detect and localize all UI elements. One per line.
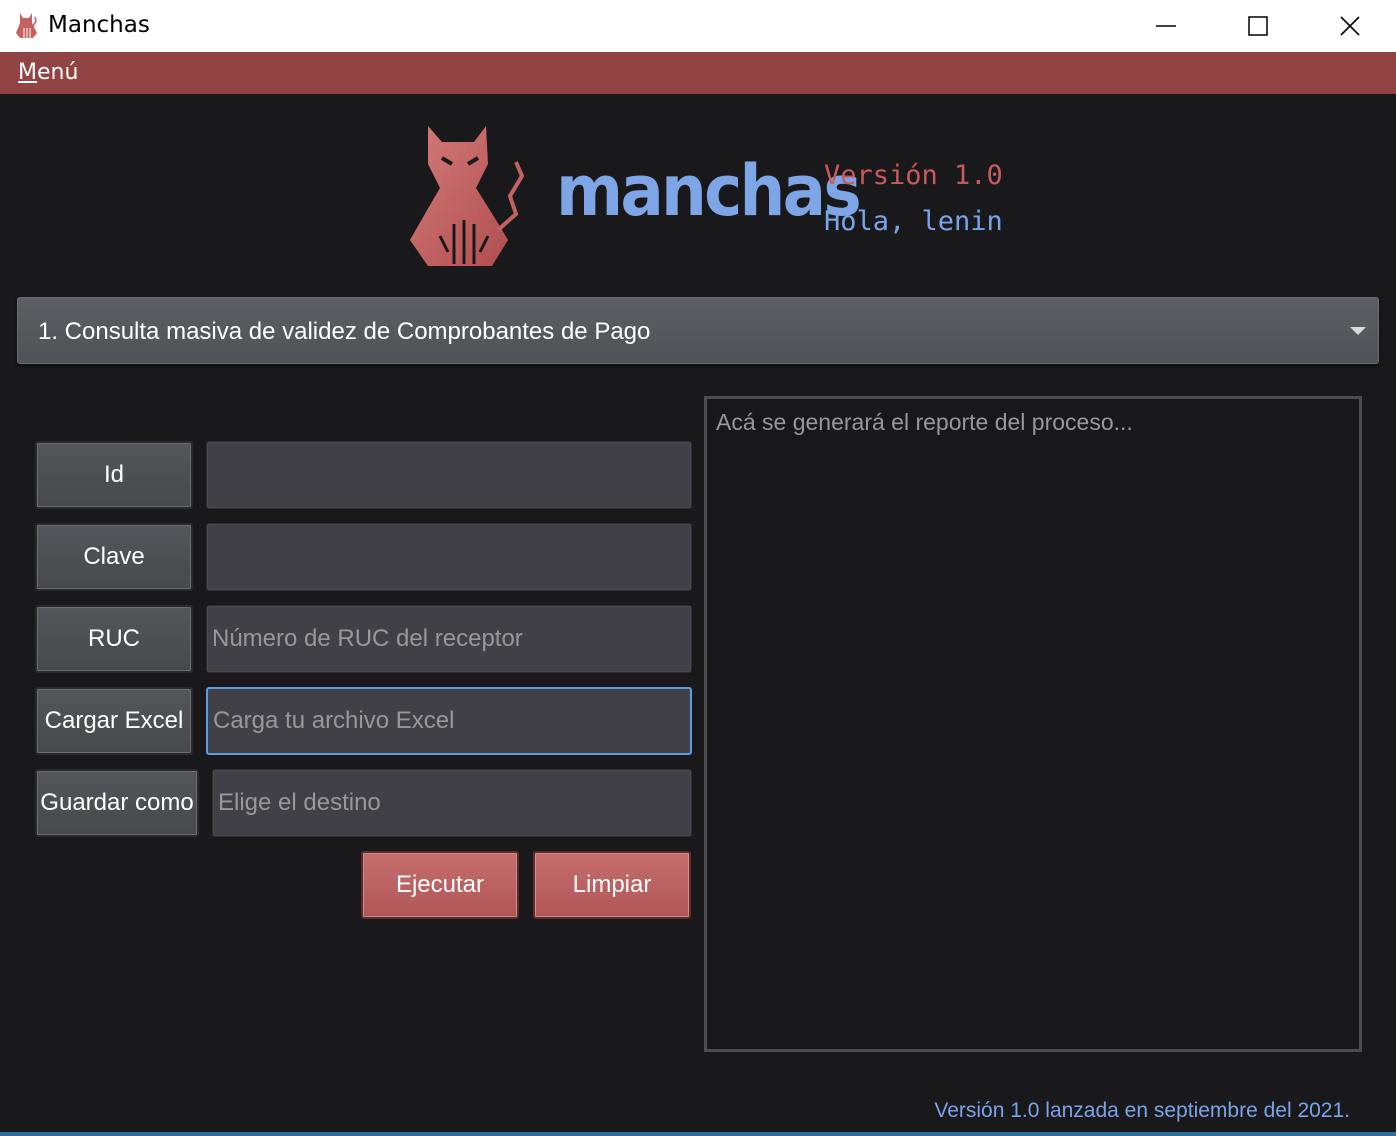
version-label: Versión 1.0 [824,160,1003,191]
id-field-wrapper [206,441,692,509]
title-bar: Manchas [0,0,1396,52]
cat-logo-icon [410,126,525,266]
id-button[interactable]: Id [35,441,193,509]
save-field-wrapper [212,769,692,837]
logo-wordmark: manchas [556,150,862,232]
close-button[interactable] [1304,0,1396,52]
greeting-label: Hola, lenin [824,206,1003,237]
minimize-icon [1156,25,1176,27]
ruc-field-wrapper [206,605,692,673]
clave-button[interactable]: Clave [35,523,193,591]
window-title: Manchas [48,12,150,38]
excel-file-field[interactable] [208,689,690,753]
clave-field-wrapper [206,523,692,591]
excel-field-wrapper [206,687,692,755]
close-icon [1340,16,1360,36]
menu-label-rest: enú [36,60,79,85]
menu-mnemonic: M [18,60,37,85]
footer-release-note: Versión 1.0 lanzada en septiembre del 20… [934,1099,1350,1122]
process-select-value: 1. Consulta masiva de validez de Comprob… [38,318,651,345]
menu-bar: Menú [0,52,1396,94]
clear-button[interactable]: Limpiar [533,851,691,919]
process-select[interactable]: 1. Consulta masiva de validez de Comprob… [17,297,1379,364]
report-panel [704,396,1362,1052]
maximize-button[interactable] [1212,0,1304,52]
save-as-button[interactable]: Guardar como [35,769,199,837]
id-field[interactable] [207,442,691,508]
chevron-down-icon [1350,327,1366,335]
clave-field[interactable] [207,524,691,590]
ruc-button[interactable]: RUC [35,605,193,673]
report-textarea[interactable] [707,399,1359,1049]
cat-icon [16,13,37,38]
menu-main[interactable]: Menú [18,60,78,85]
maximize-icon [1248,16,1268,36]
run-button[interactable]: Ejecutar [361,851,519,919]
load-excel-button[interactable]: Cargar Excel [35,687,193,755]
ruc-field[interactable] [207,606,691,672]
destination-field[interactable] [213,770,691,836]
minimize-button[interactable] [1120,0,1212,52]
bottom-divider [0,1132,1396,1136]
